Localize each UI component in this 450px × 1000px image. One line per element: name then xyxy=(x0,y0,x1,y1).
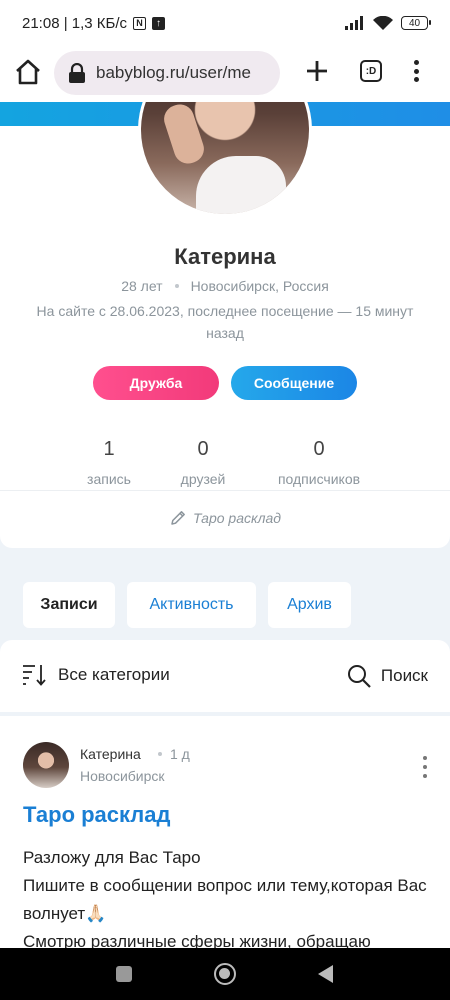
battery-icon: 40 xyxy=(401,16,431,30)
back-icon[interactable] xyxy=(318,965,333,983)
categories-label: Все категории xyxy=(58,665,170,684)
recents-icon[interactable] xyxy=(116,966,132,982)
post-body-line: Смотрю различные сферы жизни, обращаю xyxy=(23,932,371,948)
post-title[interactable]: Таро расклад xyxy=(23,802,170,828)
tab-posts[interactable]: Записи xyxy=(23,582,115,628)
search-button[interactable]: Поиск xyxy=(347,664,428,688)
stat-label: друзей xyxy=(180,471,226,487)
pencil-icon xyxy=(171,511,185,525)
profile-meta: 28 лет Новосибирск, Россия xyxy=(0,278,450,294)
post-body: Разложу для Вас Таро Пишите в сообщении … xyxy=(23,844,433,928)
nav-home-icon[interactable] xyxy=(214,963,236,985)
post-time-text: 1 д xyxy=(170,746,190,762)
tab-activity[interactable]: Активность xyxy=(127,582,256,628)
post-body-line: Разложу для Вас Таро xyxy=(23,848,201,867)
search-label: Поиск xyxy=(380,666,428,685)
tab-archive[interactable]: Архив xyxy=(268,582,351,628)
post-city: Новосибирск xyxy=(80,768,165,784)
browser-toolbar: babyblog.ru/user/me :D xyxy=(0,46,450,102)
nfc-icon: N xyxy=(133,16,147,30)
status-link-text: Таро расклад xyxy=(192,510,282,526)
profile-age: 28 лет xyxy=(121,278,163,294)
more-vert-icon[interactable] xyxy=(408,58,424,84)
home-icon[interactable] xyxy=(14,58,42,86)
address-bar[interactable]: babyblog.ru/user/me xyxy=(54,51,280,95)
tabs-icon[interactable]: :D xyxy=(360,60,382,82)
system-nav-bar xyxy=(0,948,450,1000)
lock-icon xyxy=(69,63,85,83)
post-time: 1 д xyxy=(158,746,190,762)
friend-button[interactable]: Дружба xyxy=(93,366,219,400)
status-link[interactable]: Таро расклад xyxy=(0,509,450,527)
stat-value: 0 xyxy=(197,438,209,460)
status-time: 21:08 | 1,3 КБ/с xyxy=(22,14,128,32)
upload-icon: ↑ xyxy=(152,16,166,30)
status-bar: 21:08 | 1,3 КБ/с N ↑ 40 xyxy=(0,0,450,46)
categories-dropdown[interactable]: Все категории xyxy=(22,664,170,686)
divider xyxy=(0,490,450,491)
post-body-line: Пишите в сообщении вопрос или тему,котор… xyxy=(23,876,427,923)
stat-followers[interactable]: 0 подписчиков xyxy=(264,438,374,487)
signal-icon xyxy=(345,16,363,30)
post-avatar[interactable] xyxy=(23,742,69,788)
stat-friends[interactable]: 0 друзей xyxy=(148,438,258,487)
filter-bar: Все категории Поиск xyxy=(0,640,450,712)
profile-name: Катерина xyxy=(174,244,276,269)
sort-icon xyxy=(23,665,46,686)
post-author[interactable]: Катерина xyxy=(80,746,141,762)
wifi-icon xyxy=(373,15,393,30)
post-menu-icon[interactable] xyxy=(422,756,428,778)
profile-since: На сайте с 28.06.2023, последнее посещен… xyxy=(36,303,414,341)
profile-location: Новосибирск, Россия xyxy=(190,278,329,294)
profile-card: Катерина 28 лет Новосибирск, Россия На са… xyxy=(0,102,450,548)
search-icon xyxy=(347,665,371,688)
plus-icon[interactable] xyxy=(304,58,330,84)
avatar[interactable] xyxy=(138,102,312,217)
url-text: babyblog.ru/user/me xyxy=(96,63,251,82)
message-button[interactable]: Сообщение xyxy=(231,366,357,400)
stat-label: подписчиков xyxy=(277,471,361,487)
stat-value: 0 xyxy=(313,438,325,460)
post-card: Катерина 1 д Новосибирск Таро расклад Ра… xyxy=(0,716,450,948)
